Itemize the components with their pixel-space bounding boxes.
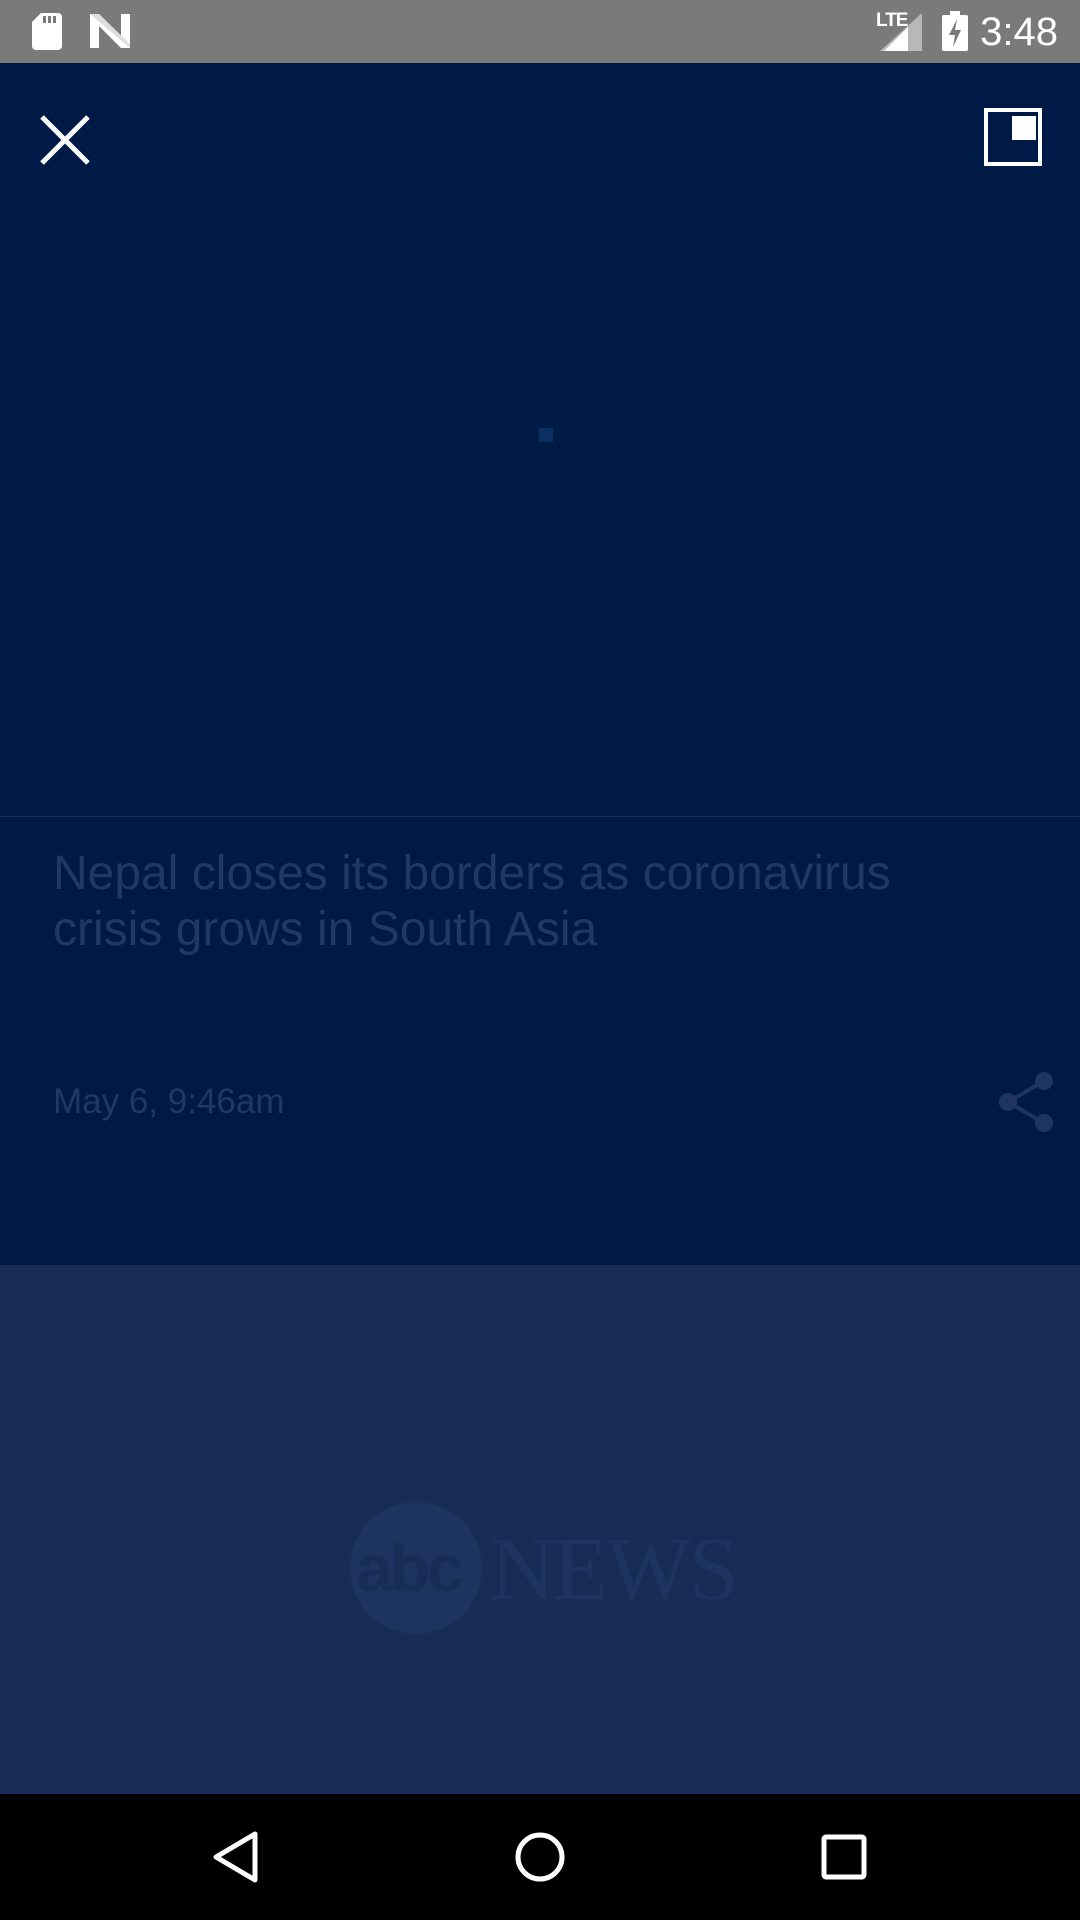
screen: LTE 3:48 Nepal closes its borders as cor… [0,0,1080,1920]
news-logo-word: NEWS [490,1520,739,1619]
back-icon [213,1831,258,1883]
share-button[interactable] [996,1071,1056,1133]
loading-indicator [539,428,553,442]
back-button[interactable] [197,1817,277,1897]
recents-button[interactable] [804,1817,884,1897]
article-headline: Nepal closes its borders as coronavirus … [53,847,891,956]
video-player[interactable] [0,63,1080,817]
picture-in-picture-icon [984,108,1042,166]
lte-signal-icon [880,13,922,56]
sd-card-icon [32,13,62,55]
battery-charging-icon [942,11,968,56]
recents-icon [821,1834,867,1880]
n-notification-icon [90,14,130,53]
status-bar: LTE 3:48 [0,0,1080,63]
article-timestamp: May 6, 9:46am [53,1082,285,1121]
status-time: 3:48 [980,10,1058,54]
article-info: Nepal closes its borders as coronavirus … [0,817,1080,1265]
navigation-bar [0,1794,1080,1920]
share-icon [999,1072,1053,1132]
home-icon [515,1832,565,1882]
abc-logo-letters: abc [356,1531,464,1605]
close-icon [40,115,90,165]
picture-in-picture-button[interactable] [984,108,1046,170]
ad-placeholder: abc NEWS [0,1265,1080,1794]
abc-news-logo: abc NEWS [350,1502,740,1638]
home-button[interactable] [500,1817,580,1897]
close-button[interactable] [30,105,100,175]
article-screen: Nepal closes its borders as coronavirus … [0,63,1080,1794]
